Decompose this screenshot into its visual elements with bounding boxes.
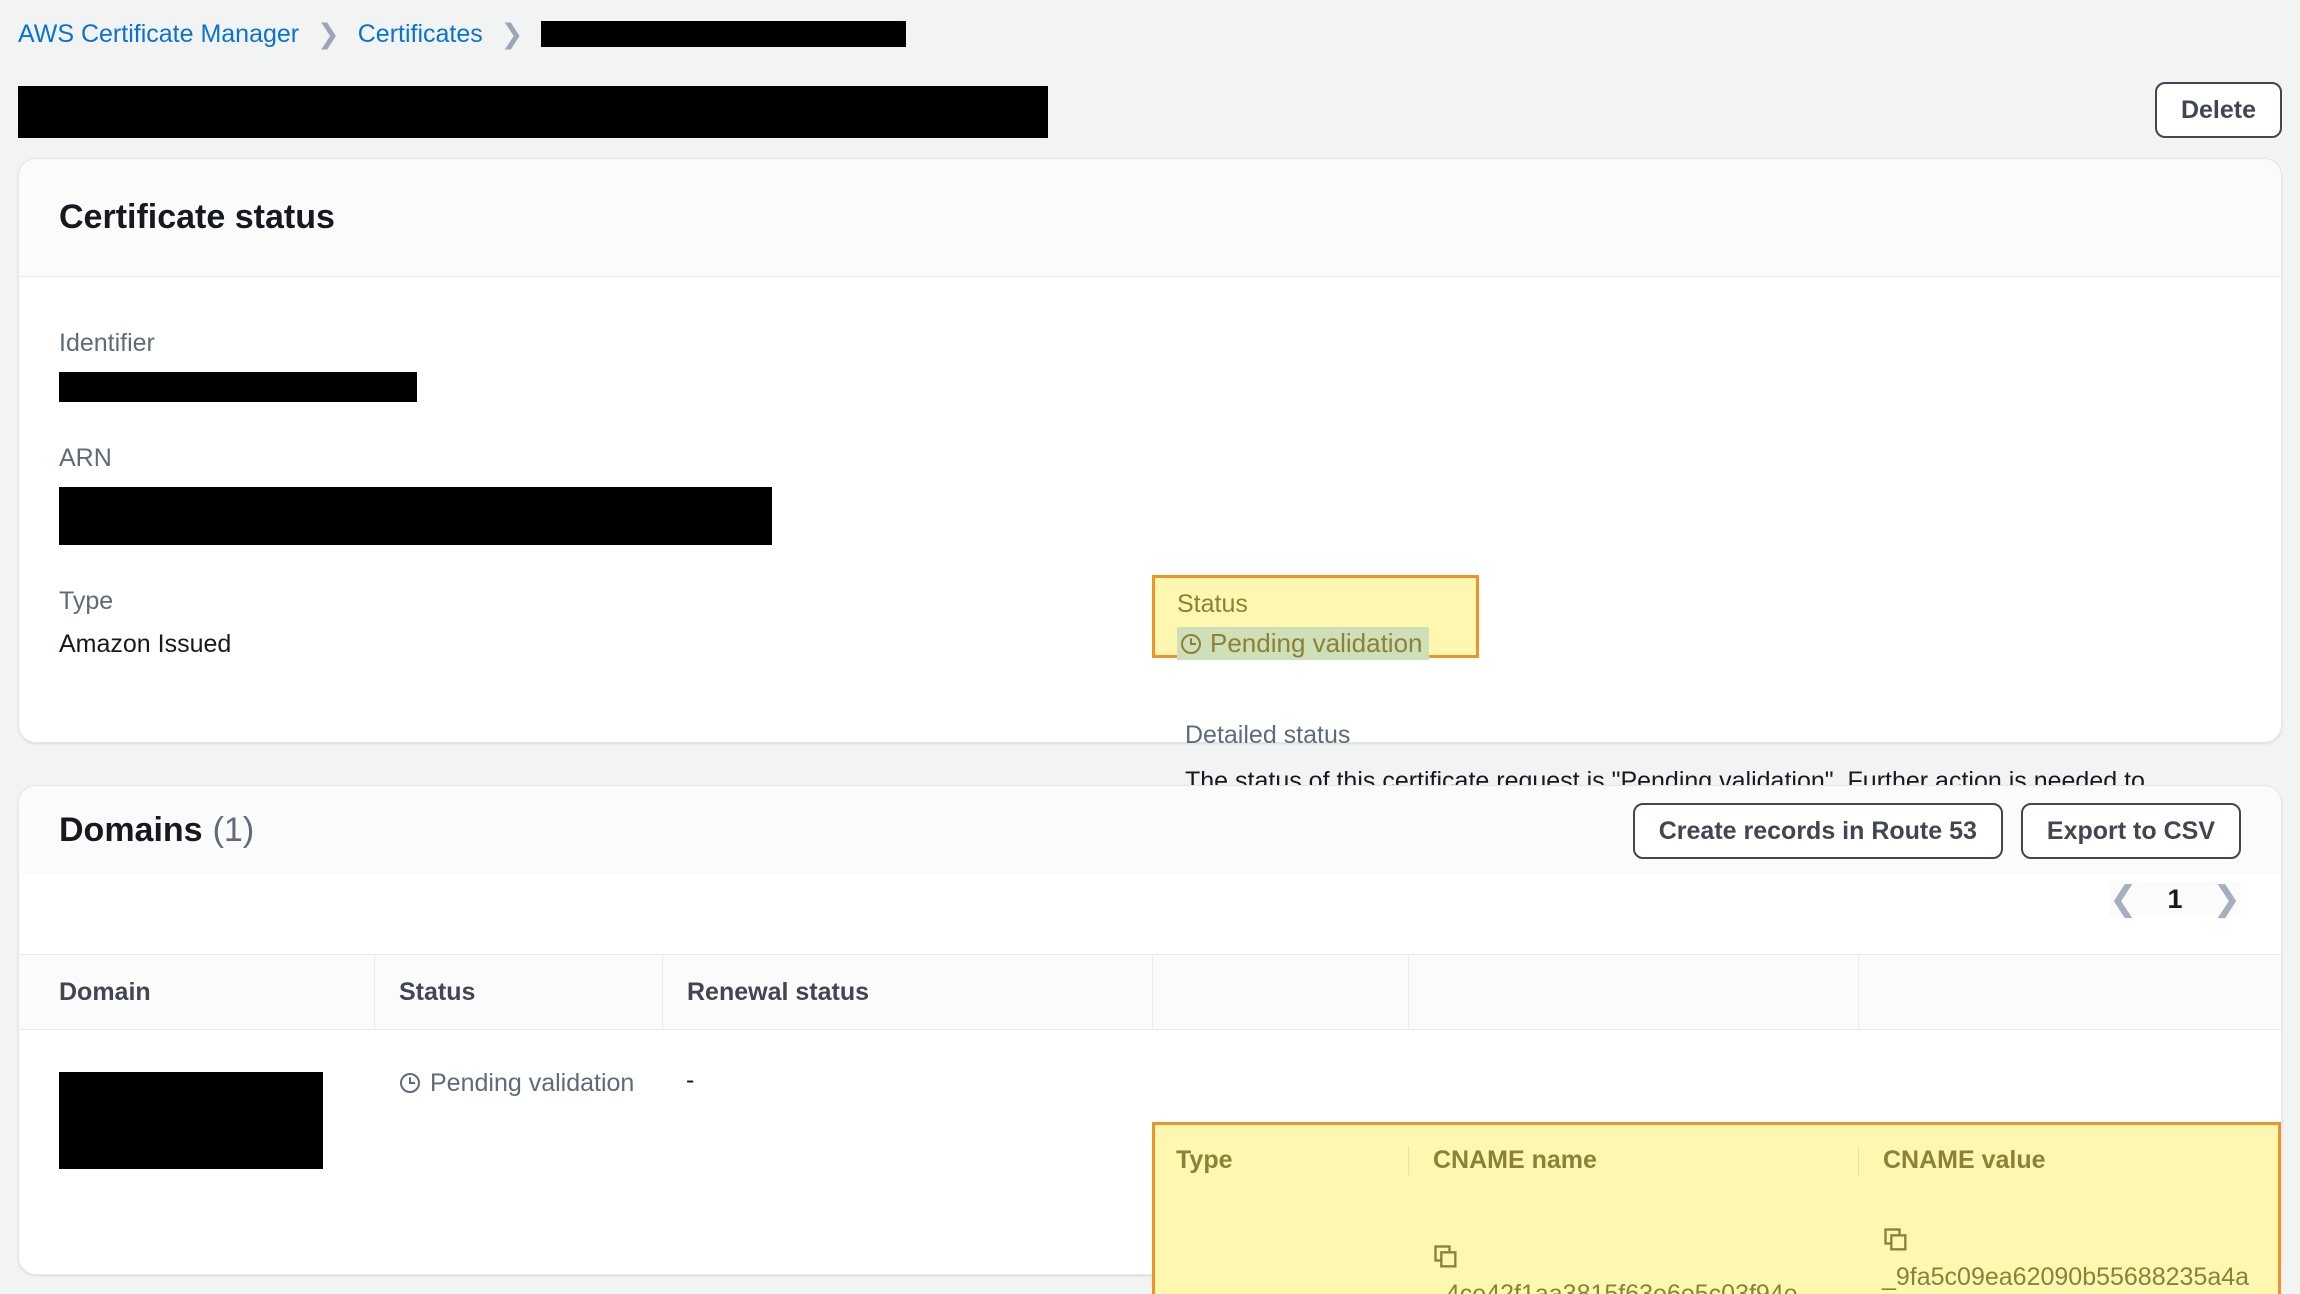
chevron-right-icon[interactable]: ❯ — [2213, 882, 2242, 916]
type-value-cname: CNAME — [1176, 1230, 1266, 1294]
domains-header: Domains (1) Create records in Route 53 E… — [19, 786, 2281, 874]
chevron-right-icon: ❯ — [500, 18, 524, 49]
status-highlight-box: Status Pending validation — [1152, 575, 1479, 660]
column-header-status[interactable]: Status — [374, 955, 662, 1029]
domain-value-redacted — [59, 1072, 323, 1169]
arn-field: ARN — [59, 444, 1059, 545]
clock-icon — [1181, 633, 1201, 654]
cname-name-value-wrap: _4ce42f1aa3815f63e6e5c03f94e8dabf.url945… — [1432, 1277, 1800, 1294]
cname-name-value: _4ce42f1aa3815f63e6e5c03f94e8dabf.url945… — [1432, 1280, 1798, 1294]
arn-label: ARN — [59, 444, 112, 472]
status-text: Pending validation — [1210, 628, 1423, 658]
pagination: ❮ 1 ❯ — [2108, 882, 2242, 916]
type-field: Type Amazon Issued — [59, 587, 1059, 659]
cell-cname-name: _4ce42f1aa3815f63e6e5c03f94e8dabf.url945… — [1408, 1198, 1858, 1294]
column-header-cname-name-hl[interactable]: CNAME name — [1408, 1145, 1858, 1175]
identifier-field: Identifier — [59, 329, 1059, 402]
status-label: Status — [1177, 590, 1248, 618]
column-header-cname-name[interactable] — [1408, 955, 1858, 1029]
breadcrumb-link-acm[interactable]: AWS Certificate Manager — [18, 20, 299, 49]
domains-card: Domains (1) Create records in Route 53 E… — [18, 785, 2282, 1294]
cname-value-value: _9fa5c09ea62090b55688235a4a84110c.hcxvpd… — [1882, 1263, 2250, 1291]
clock-icon — [400, 1073, 420, 1093]
export-to-csv-button[interactable]: Export to CSV — [2020, 803, 2241, 859]
page-title-redacted — [18, 86, 1048, 138]
column-header-cname-value[interactable] — [1858, 955, 2281, 1029]
chevron-left-icon[interactable]: ❮ — [2109, 882, 2138, 916]
delete-button[interactable]: Delete — [2154, 82, 2282, 138]
certificate-status-left-column: Identifier ARN Type Amazon Issued — [59, 329, 1059, 701]
validation-columns-content: Type CNAME name CNAME value CNAME — [1152, 1122, 2281, 1294]
arn-value-redacted — [59, 487, 772, 545]
cname-value-wrap: _9fa5c09ea62090b55688235a4a84110c.hcxvpd… — [1882, 1198, 2250, 1294]
renewal-status-value: - — [686, 1066, 695, 1094]
row-status-badge: Pending validation — [398, 1066, 634, 1102]
copy-icon[interactable] — [1432, 1243, 1460, 1271]
page-title-row: Delete — [18, 78, 2282, 138]
validation-header-row: Type CNAME name CNAME value — [1152, 1122, 2281, 1198]
copy-icon[interactable] — [1882, 1226, 1910, 1254]
domains-title: Domains — [59, 810, 203, 849]
cell-domain — [19, 1030, 374, 1206]
certificate-status-card: Certificate status Identifier ARN Type A… — [18, 158, 2282, 831]
column-header-domain[interactable]: Domain — [19, 955, 374, 1029]
breadcrumb-link-certificates[interactable]: Certificates — [358, 20, 483, 49]
pagination-page-number[interactable]: 1 — [2167, 884, 2182, 915]
cname-name-wrap: _4ce42f1aa3815f63e6e5c03f94e8dabf.url945… — [1432, 1215, 1800, 1294]
column-header-type[interactable] — [1152, 955, 1408, 1029]
certificate-status-card-header: Certificate status — [19, 159, 2281, 277]
create-records-route53-button[interactable]: Create records in Route 53 — [1632, 803, 2003, 859]
domains-count: (1) — [212, 810, 255, 849]
cell-status: Pending validation — [374, 1030, 662, 1206]
type-label: Type — [59, 587, 114, 615]
row-status-text: Pending validation — [430, 1069, 635, 1097]
column-header-renewal-status[interactable]: Renewal status — [662, 955, 1152, 1029]
cell-type: CNAME — [1152, 1198, 1408, 1294]
breadcrumb-current-redacted — [541, 21, 907, 47]
detailed-status-label: Detailed status — [1185, 721, 1351, 749]
type-value: Amazon Issued — [59, 630, 232, 658]
domains-table-header-row: Domain Status Renewal status — [19, 954, 2281, 1030]
status-badge: Pending validation — [1177, 627, 1429, 660]
identifier-label: Identifier — [59, 329, 155, 357]
domains-table: Domain Status Renewal status Pending val… — [19, 954, 2281, 1294]
cell-cname-value: _9fa5c09ea62090b55688235a4a84110c.hcxvpd… — [1858, 1198, 2281, 1294]
domains-actions: Create records in Route 53 Export to CSV — [1632, 803, 2241, 859]
identifier-value-redacted — [59, 372, 417, 402]
validation-body-row: CNAME _4ce42f1aa3815f63e6e5c03f94e8dabf.… — [1152, 1198, 2281, 1294]
breadcrumb: AWS Certificate Manager ❯ Certificates ❯ — [18, 12, 907, 56]
cell-renewal-status: - — [662, 1030, 1152, 1206]
column-header-cname-value-hl[interactable]: CNAME value — [1858, 1145, 2281, 1175]
page-title: Certificate status — [59, 198, 335, 236]
chevron-right-icon: ❯ — [317, 18, 340, 49]
column-header-type-hl[interactable]: Type — [1152, 1146, 1408, 1175]
acm-certificate-detail-page: AWS Certificate Manager ❯ Certificates ❯… — [0, 0, 2300, 1294]
